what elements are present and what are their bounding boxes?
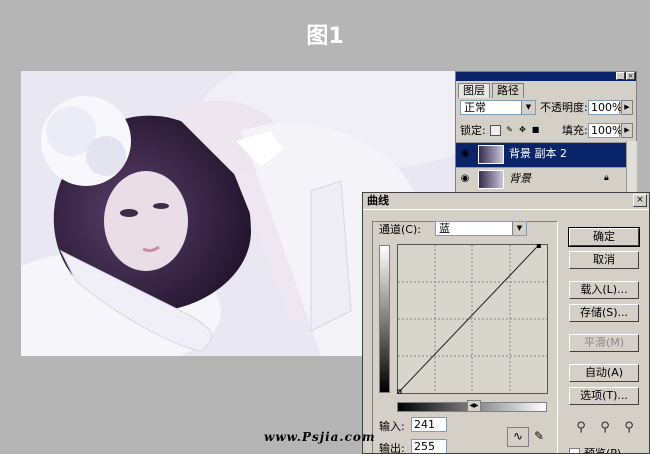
- fill-field[interactable]: 100%: [588, 123, 622, 138]
- minimize-icon[interactable]: _: [616, 72, 625, 80]
- white-eyedropper-icon[interactable]: ⚲: [621, 419, 637, 437]
- layers-scrollbar[interactable]: [626, 141, 637, 192]
- opacity-label: 不透明度:: [540, 101, 588, 114]
- fill-label: 填充:: [562, 124, 588, 137]
- black-eyedropper-icon[interactable]: ⚲: [573, 419, 589, 437]
- gradient-toggle-icon[interactable]: ◀▶: [467, 400, 481, 412]
- tab-paths[interactable]: 路径: [492, 83, 524, 98]
- tab-layers[interactable]: 图层: [458, 83, 490, 98]
- preview-label: 预览(P): [584, 447, 622, 454]
- layer-row[interactable]: ◉ 背景 🔒︎: [456, 167, 626, 192]
- gray-eyedropper-icon[interactable]: ⚲: [597, 419, 613, 437]
- options-button[interactable]: 选项(T)...: [569, 387, 639, 405]
- fill-arrow-button[interactable]: ▶: [621, 123, 633, 138]
- lock-transparent-icon[interactable]: [490, 125, 501, 136]
- input-field[interactable]: 241: [411, 417, 447, 432]
- chevron-down-icon: ▼: [521, 101, 535, 114]
- curves-dialog: 曲线 × 通道(C): 蓝 ▼ ◀▶ 输入: 241 输出: 255 ∿ ✎ 确…: [362, 192, 650, 454]
- smooth-button[interactable]: 平滑(M): [569, 334, 639, 352]
- cancel-button[interactable]: 取消: [569, 251, 639, 269]
- curves-titlebar[interactable]: 曲线 ×: [363, 193, 649, 210]
- layer-name: 背景: [509, 172, 531, 185]
- close-icon[interactable]: ×: [633, 194, 647, 207]
- opacity-field[interactable]: 100%: [588, 100, 622, 115]
- eye-icon[interactable]: ◉: [458, 172, 472, 186]
- eye-icon[interactable]: ◉: [458, 147, 472, 161]
- output-field[interactable]: 255: [411, 439, 447, 453]
- close-icon[interactable]: ×: [626, 72, 635, 80]
- layers-panel-titlebar[interactable]: _ ×: [456, 72, 636, 81]
- save-button[interactable]: 存储(S)...: [569, 304, 639, 322]
- output-gradient-bar: [379, 245, 390, 393]
- preview-checkbox[interactable]: [569, 448, 580, 453]
- input-label: 输入:: [379, 420, 405, 433]
- dialog-title: 曲线: [367, 194, 389, 207]
- layers-panel: _ × 图层 路径 正常 ▼ 不透明度: 100% ▶ 锁定: ✎ ✥ ■ 填充…: [455, 71, 637, 193]
- layer-thumbnail: [478, 170, 504, 189]
- lock-label: 锁定:: [460, 124, 486, 137]
- curve-graph[interactable]: [397, 244, 548, 394]
- layer-thumbnail: [478, 145, 504, 164]
- lock-move-icon[interactable]: ✥: [517, 125, 528, 136]
- output-label: 输出:: [379, 442, 405, 454]
- load-button[interactable]: 载入(L)...: [569, 281, 639, 299]
- curve-point[interactable]: [536, 244, 541, 248]
- chevron-down-icon: ▼: [512, 222, 526, 235]
- lock-all-icon[interactable]: ■: [530, 125, 541, 136]
- pencil-tool-icon[interactable]: ✎: [531, 427, 547, 445]
- watermark: www.Psjia.com: [264, 430, 376, 444]
- channel-select[interactable]: 蓝 ▼: [435, 221, 527, 236]
- lock-icon: 🔒︎: [604, 173, 609, 183]
- channel-value: 蓝: [439, 222, 450, 235]
- blend-mode-value: 正常: [464, 101, 486, 114]
- auto-button[interactable]: 自动(A): [569, 364, 639, 382]
- opacity-arrow-button[interactable]: ▶: [621, 100, 633, 115]
- channel-label: 通道(C):: [379, 223, 421, 236]
- curve-smooth-tool-icon[interactable]: ∿: [507, 427, 529, 447]
- lock-brush-icon[interactable]: ✎: [504, 125, 515, 136]
- figure-title: 图1: [306, 24, 344, 49]
- layer-name: 背景 副本 2: [509, 147, 567, 160]
- ok-button[interactable]: 确定: [568, 227, 640, 247]
- blend-mode-select[interactable]: 正常 ▼: [460, 100, 536, 115]
- layer-row[interactable]: ◉ 背景 副本 2: [456, 142, 626, 167]
